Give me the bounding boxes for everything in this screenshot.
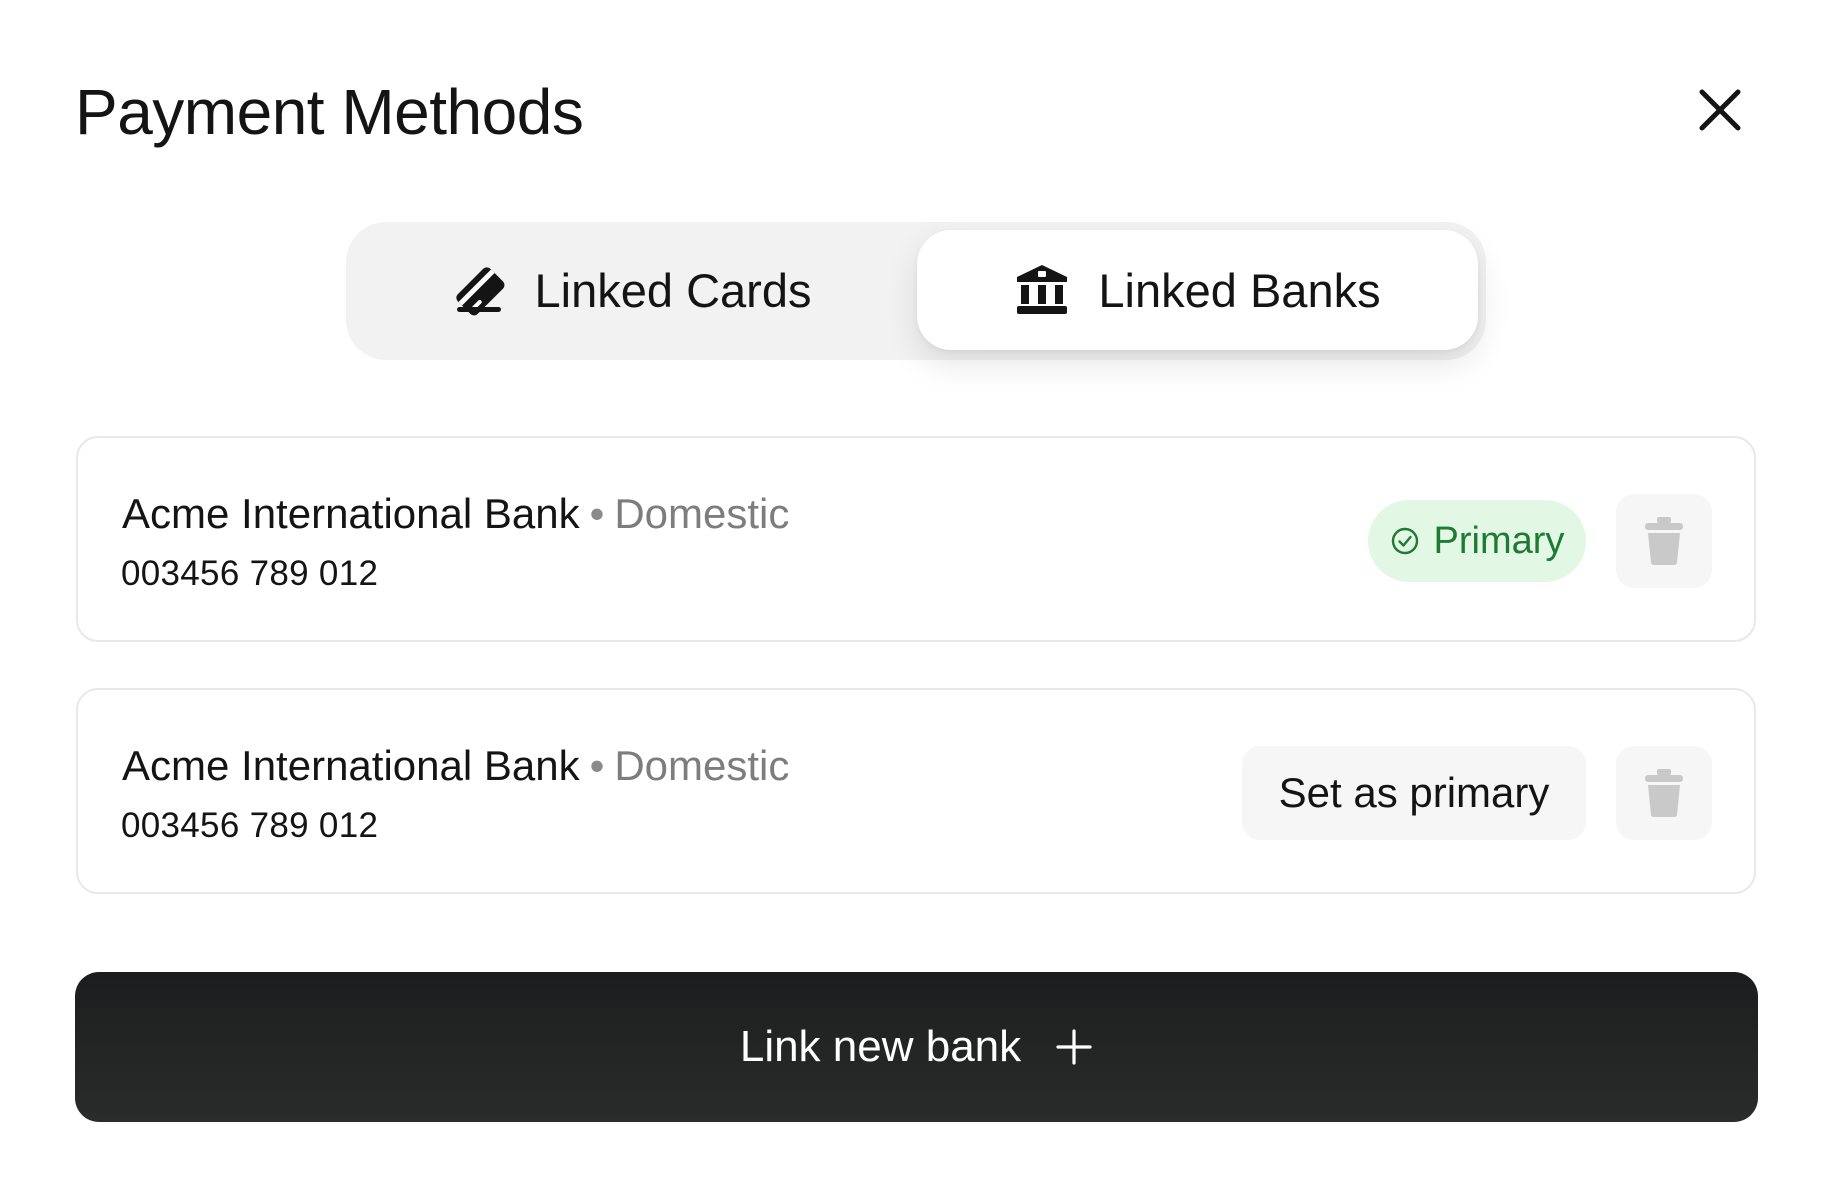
bank-name: Acme International Bank [122,490,580,537]
close-button[interactable] [1692,82,1748,138]
delete-bank-button[interactable] [1616,494,1712,588]
check-circle-icon [1391,527,1418,555]
plus-icon [1056,1029,1092,1065]
tab-linked-banks[interactable]: Linked Banks [917,230,1478,350]
bank-title-line: Acme International Bank • Domestic [122,488,789,540]
primary-status-label: Primary [1433,519,1565,562]
bank-type: Domestic [614,742,790,789]
modal-title: Payment Methods [75,76,584,148]
tab-linked-banks-label: Linked Banks [1098,263,1381,317]
separator-dot: • [589,742,605,789]
payment-methods-modal: Payment Methods Linked Cards Linked Bank… [0,0,1833,1197]
primary-status-badge: Primary [1368,500,1586,582]
separator-dot: • [589,490,605,537]
bank-type: Domestic [614,490,790,537]
bank-title-line: Acme International Bank • Domestic [122,740,789,792]
trash-icon [1645,517,1683,565]
account-number: 003456 789 012 [121,554,379,593]
set-as-primary-button[interactable]: Set as primary [1242,746,1586,840]
payment-tabs: Linked Cards Linked Banks [346,222,1486,360]
bank-account-card: Acme International Bank • Domestic 003456 … [76,688,1756,894]
link-new-bank-label: Link new bank [739,1022,1022,1071]
bank-account-card: Acme International Bank • Domestic 003456 … [76,436,1756,642]
tab-linked-cards-label: Linked Cards [534,263,812,317]
link-new-bank-button[interactable]: Link new bank [75,972,1758,1122]
bank-name: Acme International Bank [122,742,580,789]
bank-icon [1014,262,1070,318]
delete-bank-button[interactable] [1616,746,1712,840]
trash-icon [1645,769,1683,817]
account-number: 003456 789 012 [121,806,379,845]
credit-card-icon [451,262,507,318]
close-icon [1699,89,1741,131]
tab-linked-cards[interactable]: Linked Cards [354,230,908,350]
